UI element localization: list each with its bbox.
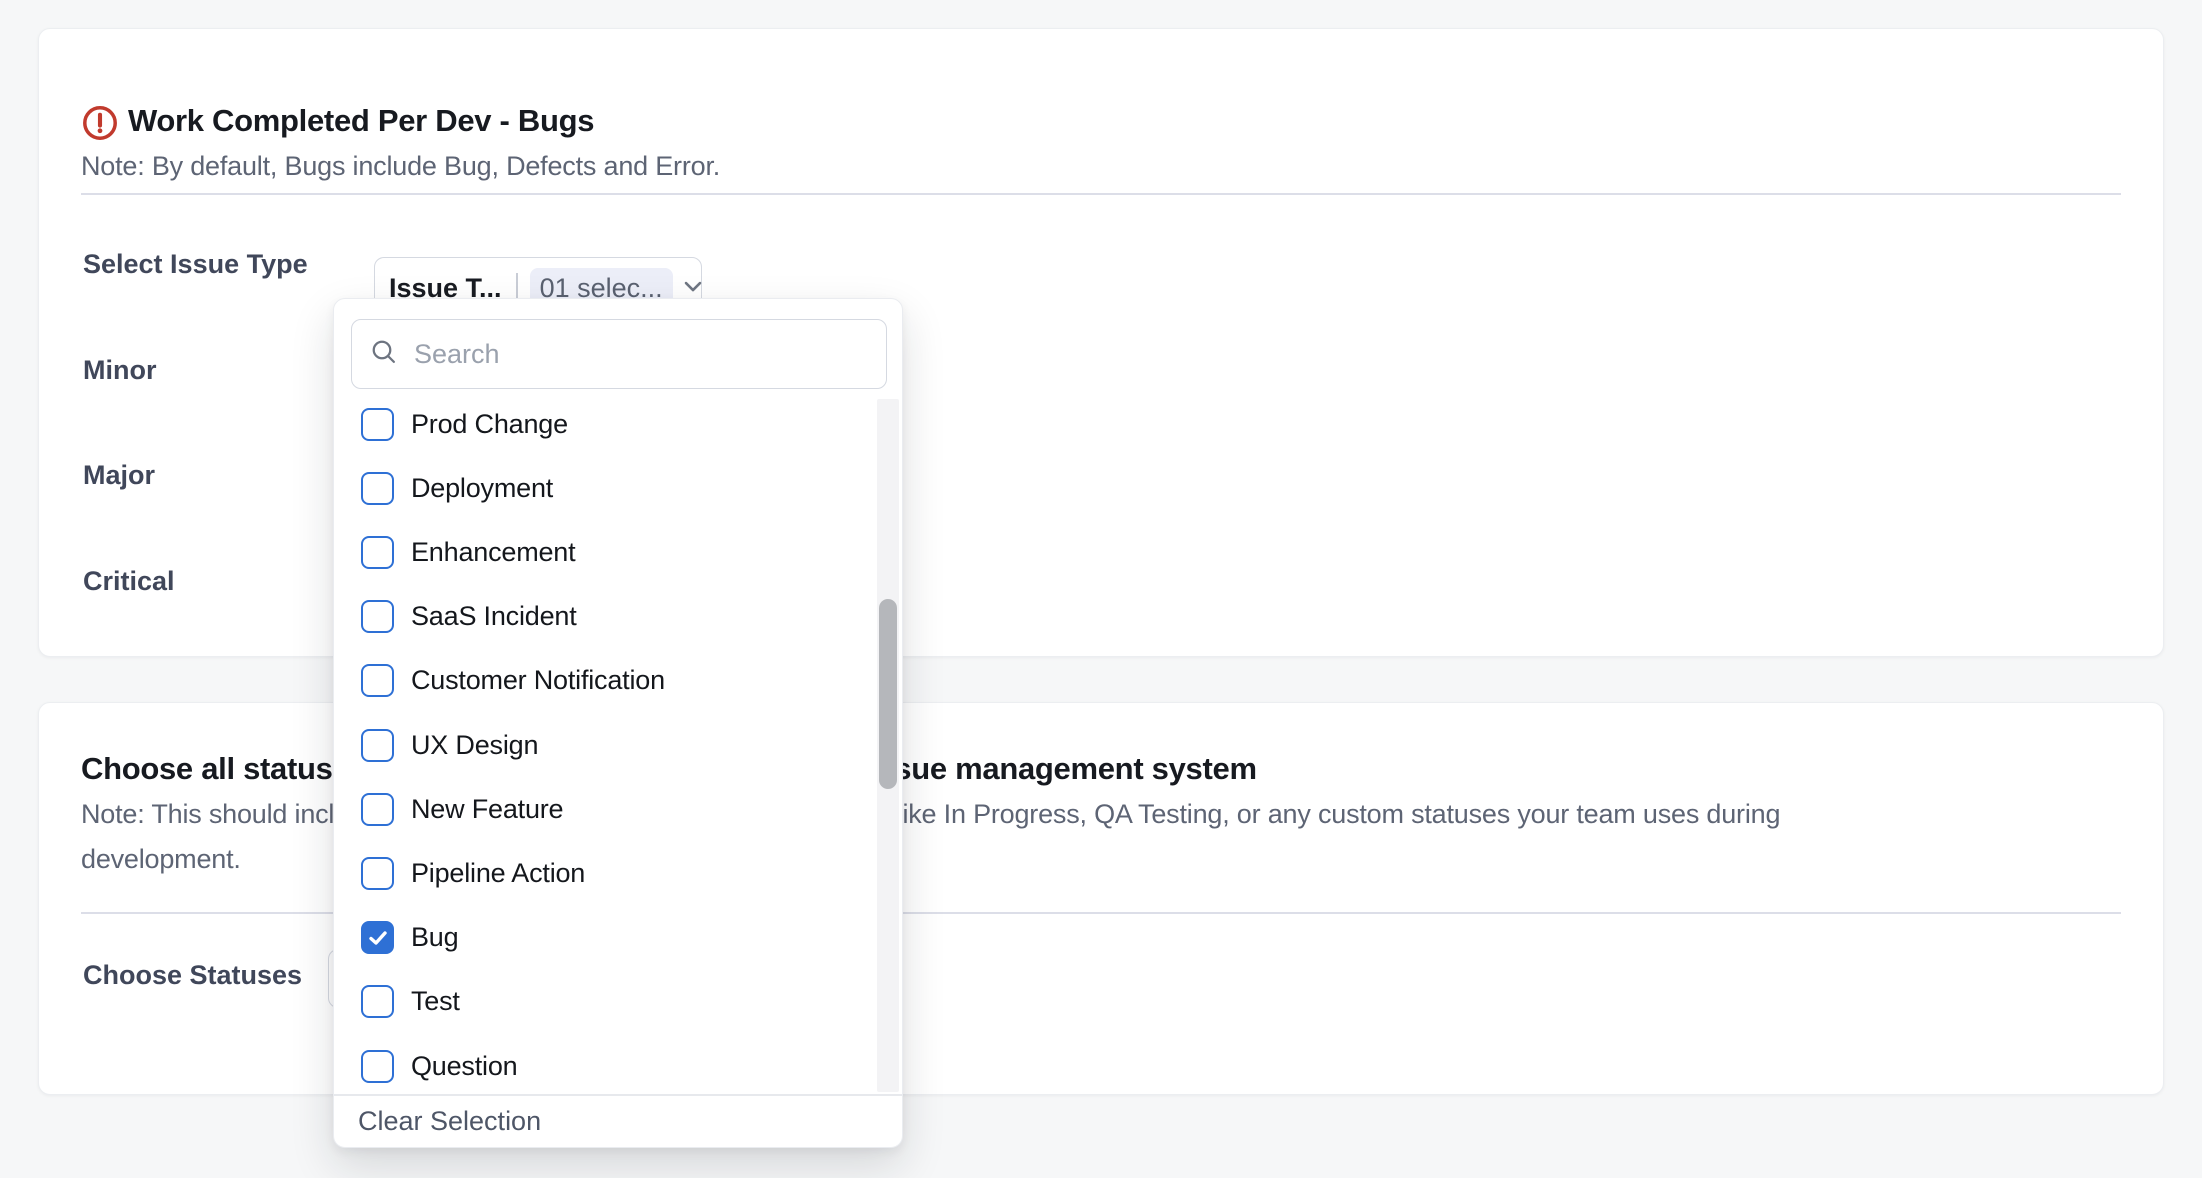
dropdown-item-list: Prod Change Deployment Enhancement SaaS Inc… xyxy=(334,299,902,1147)
dropdown-item-label: Test xyxy=(411,986,460,1017)
dropdown-item-label: Question xyxy=(411,1051,517,1082)
checkbox-unchecked[interactable] xyxy=(361,1050,394,1083)
dropdown-item-enhancement[interactable]: Enhancement xyxy=(361,526,861,578)
dropdown-item-label: Prod Change xyxy=(411,409,568,440)
checkbox-unchecked[interactable] xyxy=(361,600,394,633)
checkbox-unchecked[interactable] xyxy=(361,408,394,441)
dropdown-item-label: SaaS Incident xyxy=(411,601,577,632)
dropdown-item-test[interactable]: Test xyxy=(361,976,861,1028)
major-label: Major xyxy=(83,460,155,491)
clear-selection-button[interactable]: Clear Selection xyxy=(358,1106,541,1137)
checkbox-unchecked[interactable] xyxy=(361,729,394,762)
dropdown-item-label: Deployment xyxy=(411,473,553,504)
dropdown-item-label: Bug xyxy=(411,922,458,953)
dropdown-item-saas-incident[interactable]: SaaS Incident xyxy=(361,591,861,643)
dropdown-item-deployment[interactable]: Deployment xyxy=(361,462,861,514)
dropdown-item-label: Customer Notification xyxy=(411,665,665,696)
dropdown-item-label: New Feature xyxy=(411,794,563,825)
checkbox-unchecked[interactable] xyxy=(361,985,394,1018)
checkbox-unchecked[interactable] xyxy=(361,857,394,890)
dropdown-item-new-feature[interactable]: New Feature xyxy=(361,783,861,835)
checkbox-unchecked[interactable] xyxy=(361,664,394,697)
dropdown-item-label: UX Design xyxy=(411,730,538,761)
dropdown-item-pipeline-action[interactable]: Pipeline Action xyxy=(361,847,861,899)
checkbox-checked[interactable] xyxy=(361,921,394,954)
card2-note-line2: development. xyxy=(81,844,241,875)
dropdown-item-bug[interactable]: Bug xyxy=(361,912,861,964)
alert-icon xyxy=(81,104,119,142)
dropdown-item-label: Enhancement xyxy=(411,537,575,568)
dropdown-item-question[interactable]: Question xyxy=(361,1040,861,1092)
checkbox-unchecked[interactable] xyxy=(361,536,394,569)
card1-title: Work Completed Per Dev - Bugs xyxy=(128,103,594,139)
dropdown-item-prod-change[interactable]: Prod Change xyxy=(361,398,861,450)
dropdown-item-ux-design[interactable]: UX Design xyxy=(361,719,861,771)
select-issue-type-label: Select Issue Type xyxy=(83,249,308,280)
checkbox-unchecked[interactable] xyxy=(361,472,394,505)
issue-type-dropdown-panel: Search Prod ChangeDeploymentEnhancementS… xyxy=(333,298,903,1148)
scrollbar-thumb[interactable] xyxy=(879,599,897,789)
dropdown-item-customer-notification[interactable]: Customer Notification xyxy=(361,655,861,707)
minor-label: Minor xyxy=(83,355,157,386)
footer-divider xyxy=(334,1094,902,1096)
choose-statuses-label: Choose Statuses xyxy=(83,960,302,991)
checkbox-unchecked[interactable] xyxy=(361,793,394,826)
critical-label: Critical xyxy=(83,566,175,597)
card1-divider xyxy=(81,193,2121,195)
scrollbar-track[interactable] xyxy=(877,399,899,1092)
dropdown-item-label: Pipeline Action xyxy=(411,858,585,889)
card1-note: Note: By default, Bugs include Bug, Defe… xyxy=(81,151,720,182)
